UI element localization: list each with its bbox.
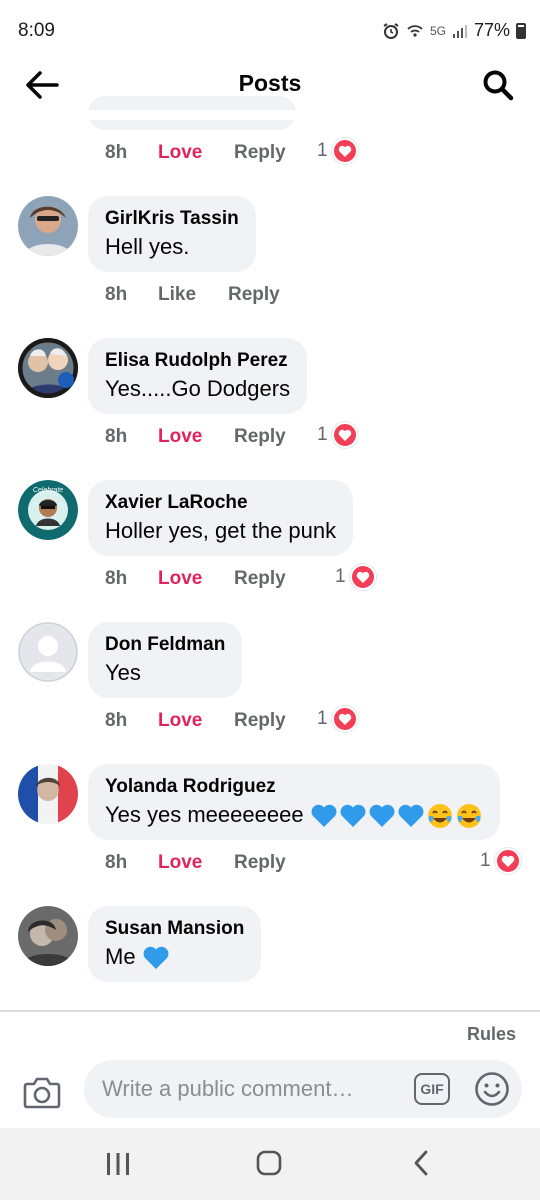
- comment-author[interactable]: Don Feldman: [105, 632, 225, 658]
- battery-percent: 77%: [473, 20, 510, 40]
- network-type: 5G: [429, 23, 446, 38]
- comment-input[interactable]: [84, 1060, 522, 1118]
- love-button[interactable]: Love: [158, 426, 234, 448]
- reply-button[interactable]: Reply: [234, 426, 286, 448]
- rules-link[interactable]: Rules: [467, 1024, 516, 1045]
- comment-actions: 8h Love Reply: [105, 564, 286, 594]
- avatar[interactable]: [18, 764, 78, 824]
- signal-icon: [452, 24, 467, 38]
- avatar[interactable]: Celebrate: [18, 480, 78, 540]
- reply-button[interactable]: Reply: [234, 852, 286, 874]
- camera-icon: [23, 1077, 61, 1109]
- like-button[interactable]: Like: [158, 284, 228, 306]
- status-time: 8:09: [18, 20, 55, 41]
- search-button[interactable]: [476, 66, 520, 104]
- comment-actions: 8h Love Reply: [105, 422, 286, 452]
- comment-actions: 8h Like Reply: [105, 280, 280, 310]
- blue-heart-icon: [369, 804, 395, 828]
- avatar[interactable]: [18, 338, 78, 398]
- emoji-sequence: [310, 802, 483, 830]
- reaction-summary[interactable]: 1: [317, 422, 358, 448]
- divider: [0, 1010, 540, 1012]
- comment-author[interactable]: GirlKris Tassin: [105, 206, 239, 232]
- tears-of-joy-icon: [456, 804, 481, 829]
- home-icon[interactable]: [255, 1148, 283, 1178]
- status-icons: 5G 77%: [382, 20, 526, 41]
- comment-author[interactable]: Xavier LaRoche: [105, 490, 336, 516]
- status-bar: 8:09 5G 77%: [0, 0, 540, 60]
- reaction-summary[interactable]: 1: [317, 138, 358, 164]
- comment-time: 8h: [105, 568, 128, 589]
- blue-heart-icon: [311, 804, 337, 828]
- reaction-count: 1: [335, 566, 346, 587]
- system-nav-bar: [0, 1128, 540, 1200]
- reaction-summary[interactable]: 1: [335, 564, 376, 590]
- comment-time: 8h: [105, 284, 128, 305]
- comment-bubble[interactable]: Xavier LaRoche Holler yes, get the punk: [88, 480, 354, 556]
- reply-button[interactable]: Reply: [234, 568, 286, 590]
- comment-time: 8h: [105, 142, 128, 163]
- emoji-button[interactable]: [473, 1070, 511, 1108]
- wifi-calling-icon: [407, 24, 423, 37]
- comment-bubble[interactable]: Don Feldman Yes: [88, 622, 243, 698]
- comment-text: Me: [105, 944, 136, 969]
- love-button[interactable]: Love: [158, 142, 234, 164]
- avatar[interactable]: [18, 622, 78, 682]
- gif-button[interactable]: GIF: [414, 1073, 450, 1105]
- alarm-icon: [383, 22, 399, 39]
- comment-time: 8h: [105, 426, 128, 447]
- reply-button[interactable]: Reply: [228, 284, 280, 306]
- reply-button[interactable]: Reply: [234, 142, 286, 164]
- comment-bubble[interactable]: Yolanda Rodriguez Yes yes meeeeeeee: [88, 764, 500, 841]
- comment-actions: 8h Love Reply: [105, 138, 286, 168]
- comment-author[interactable]: Yolanda Rodriguez: [105, 774, 483, 800]
- comment-actions: 8h Love Reply: [105, 848, 286, 878]
- smiley-icon: [475, 1072, 509, 1106]
- heart-icon: [494, 848, 521, 874]
- battery-icon: [516, 22, 526, 39]
- page-title: Posts: [238, 70, 302, 96]
- comment-bubble[interactable]: Elisa Rudolph Perez Yes.....Go Dodgers: [88, 338, 308, 414]
- comment-text: Holler yes, get the punk: [105, 518, 337, 543]
- comment-bubble[interactable]: GirlKris Tassin Hell yes.: [88, 196, 256, 272]
- love-button[interactable]: Love: [158, 710, 234, 732]
- comment-text: Yes: [105, 660, 141, 685]
- back-nav-icon[interactable]: [408, 1148, 436, 1178]
- search-icon: [483, 70, 514, 101]
- heart-icon: [331, 422, 358, 448]
- comment-bubble[interactable]: Susan Mansion Me: [88, 906, 262, 982]
- love-button[interactable]: Love: [158, 852, 234, 874]
- blue-heart-icon: [340, 804, 366, 828]
- heart-icon: [331, 138, 358, 164]
- heart-icon: [349, 564, 376, 590]
- reaction-count: 1: [317, 424, 328, 445]
- comment-time: 8h: [105, 710, 128, 731]
- tears-of-joy-icon: [427, 804, 452, 829]
- camera-button[interactable]: [20, 1070, 64, 1114]
- blue-heart-icon: [143, 946, 169, 970]
- avatar[interactable]: [18, 196, 78, 256]
- comment-text: Hell yes.: [105, 234, 190, 259]
- avatar-badge-text: Celebrate: [33, 487, 63, 494]
- comment-text: Yes.....Go Dodgers: [105, 376, 291, 401]
- comment-actions: 8h Love Reply: [105, 706, 286, 736]
- comment-author[interactable]: Elisa Rudolph Perez: [105, 348, 290, 374]
- comment-text: Yes yes meeeeeeee: [105, 802, 304, 827]
- reply-button[interactable]: Reply: [234, 710, 286, 732]
- comment-author[interactable]: Susan Mansion: [105, 916, 244, 942]
- reaction-summary[interactable]: 1: [480, 848, 521, 874]
- reaction-count: 1: [317, 708, 328, 729]
- love-button[interactable]: Love: [158, 568, 234, 590]
- recent-apps-icon[interactable]: [104, 1151, 132, 1177]
- avatar[interactable]: [18, 906, 78, 966]
- reaction-summary[interactable]: 1: [317, 706, 358, 732]
- reaction-count: 1: [317, 140, 328, 161]
- comment-time: 8h: [105, 852, 128, 873]
- reaction-count: 1: [480, 850, 491, 871]
- heart-icon: [331, 706, 358, 732]
- blue-heart-icon: [398, 804, 424, 828]
